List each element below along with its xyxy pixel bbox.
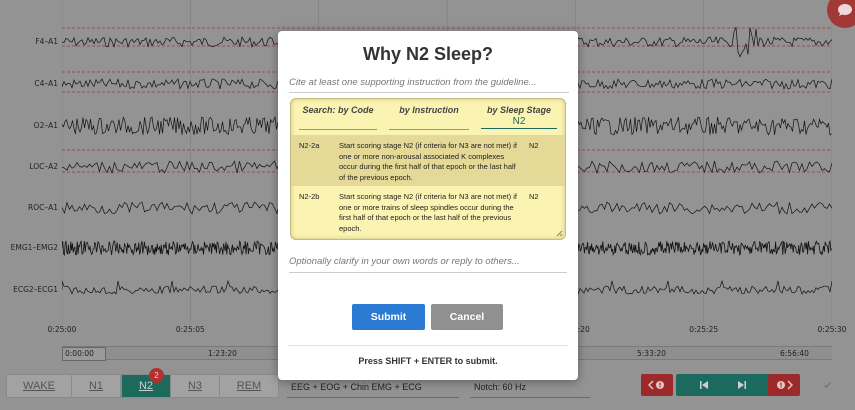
guideline-search-panel: Search: by Code by Instruction by Sleep … [290,98,566,240]
search-instruction-input[interactable] [389,129,469,130]
guideline-row[interactable]: N2-2b Start scoring stage N2 (if criteri… [291,186,565,238]
guideline-text: Start scoring stage N2 (if criteria for … [339,141,517,182]
resize-handle-icon[interactable] [555,229,563,237]
dialog-title: Why N2 Sleep? [362,44,494,64]
cancel-button[interactable]: Cancel [431,304,503,330]
guideline-row[interactable]: N2-2a Start scoring stage N2 (if criteri… [291,135,565,186]
justification-dialog: Why N2 Sleep? Cite at least one supporti… [278,31,578,380]
guideline-stage: N2 [529,141,539,150]
search-by-code-header[interactable]: Search: by Code [299,105,377,115]
guideline-stage: N2 [529,192,539,201]
cite-prompt-label: Cite at least one supporting instruction… [289,77,569,93]
keyboard-hint: Press SHIFT + ENTER to submit. [358,356,498,366]
guideline-code: N2-2a [299,141,320,150]
guideline-text: Start scoring stage N2 (if criteria for … [339,192,517,233]
submit-button[interactable]: Submit [352,304,425,330]
search-by-stage-header[interactable]: by Sleep Stage [481,105,557,115]
search-code-input[interactable] [299,129,377,130]
search-stage-input[interactable] [481,115,557,129]
guideline-code: N2-2b [299,192,320,201]
clarification-textarea[interactable]: Optionally clarify in your own words or … [289,256,567,273]
search-by-instruction-header[interactable]: by Instruction [389,105,469,115]
dialog-divider [288,345,568,346]
